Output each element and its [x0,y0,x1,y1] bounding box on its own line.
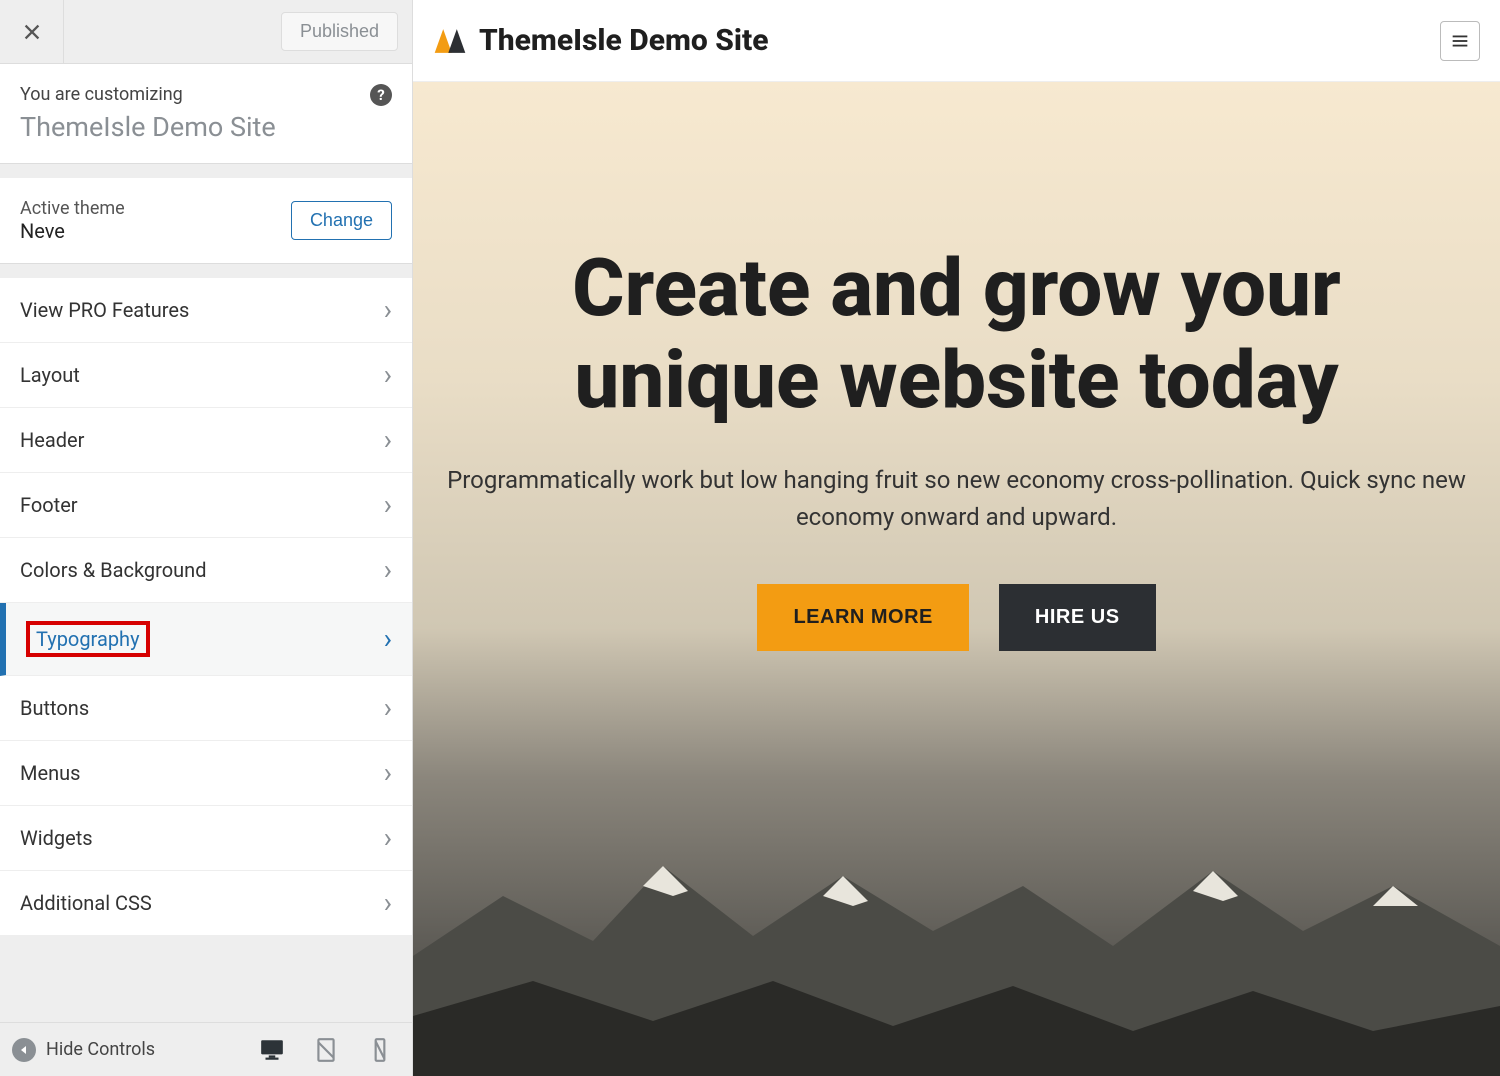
section-item-header[interactable]: Header › [0,408,412,473]
highlight-annotation: Typography [26,621,150,657]
section-item-view-pro-features[interactable]: View PRO Features › [0,278,412,343]
chevron-right-icon: › [384,556,392,584]
tablet-icon [313,1037,339,1063]
collapse-left-icon [12,1038,36,1062]
desktop-icon [259,1037,285,1063]
mobile-icon [367,1037,393,1063]
close-icon [21,21,43,43]
section-item-widgets[interactable]: Widgets › [0,806,412,871]
section-item-colors-background[interactable]: Colors & Background › [0,538,412,603]
section-item-footer[interactable]: Footer › [0,473,412,538]
section-item-typography[interactable]: Typography › [0,603,412,676]
section-item-buttons[interactable]: Buttons › [0,676,412,741]
chevron-right-icon: › [384,824,392,852]
chevron-right-icon: › [384,491,392,519]
section-item-layout[interactable]: Layout › [0,343,412,408]
site-preview: ThemeIsle Demo Site Create and grow your… [413,0,1500,1076]
chevron-right-icon: › [384,296,392,324]
section-item-label: View PRO Features [20,298,189,322]
active-theme-label: Active theme [20,198,125,219]
chevron-right-icon: › [384,361,392,389]
publish-status-button[interactable]: Published [281,12,398,51]
customizer-footer-bar: Hide Controls [0,1022,412,1076]
customizer-top-bar: Published [0,0,412,64]
customizer-context-panel: You are customizing ThemeIsle Demo Site … [0,64,412,164]
section-item-label: Layout [20,363,80,387]
active-theme-name: Neve [20,219,125,243]
learn-more-button[interactable]: LEARN MORE [757,584,968,651]
help-icon: ? [377,86,384,104]
hide-controls-label: Hide Controls [46,1039,155,1060]
active-theme-panel: Active theme Neve Change [0,178,412,264]
hero-background-mountains [413,756,1500,1076]
section-item-label: Header [20,428,84,452]
preview-tablet-button[interactable] [306,1030,346,1070]
chevron-right-icon: › [384,426,392,454]
site-header: ThemeIsle Demo Site [413,0,1500,82]
section-item-label: Footer [20,493,78,517]
hero-heading: Create and grow your unique website toda… [477,242,1437,426]
preview-desktop-button[interactable] [252,1030,292,1070]
change-theme-button[interactable]: Change [291,201,392,240]
section-item-label: Colors & Background [20,558,206,582]
section-item-label: Buttons [20,696,89,720]
customizer-sidebar: Published You are customizing ThemeIsle … [0,0,413,1076]
hero-section: Create and grow your unique website toda… [413,82,1500,1076]
context-label: You are customizing [20,84,392,105]
close-customizer-button[interactable] [0,0,64,64]
preview-mobile-button[interactable] [360,1030,400,1070]
hero-subheading: Programmatically work but low hanging fr… [447,462,1466,536]
chevron-right-icon: › [384,694,392,722]
customizer-sections: View PRO Features › Layout › Header › Fo… [0,278,412,1022]
hide-controls-button[interactable]: Hide Controls [12,1038,238,1062]
chevron-right-icon: › [384,889,392,917]
site-brand[interactable]: ThemeIsle Demo Site [433,23,769,58]
help-button[interactable]: ? [370,84,392,106]
section-item-label: Additional CSS [20,891,152,915]
section-item-label: Typography [36,627,140,651]
site-title: ThemeIsle Demo Site [479,23,769,58]
chevron-right-icon: › [384,759,392,787]
hero-cta-row: LEARN MORE HIRE US [757,584,1155,651]
context-site-name: ThemeIsle Demo Site [20,111,392,143]
hamburger-icon [1449,30,1471,52]
section-item-label: Menus [20,761,80,785]
section-item-menus[interactable]: Menus › [0,741,412,806]
mobile-menu-button[interactable] [1440,21,1480,61]
site-logo-icon [433,24,467,58]
section-item-label: Widgets [20,826,93,850]
section-item-additional-css[interactable]: Additional CSS › [0,871,412,936]
chevron-right-icon: › [384,625,392,653]
hire-us-button[interactable]: HIRE US [999,584,1156,651]
